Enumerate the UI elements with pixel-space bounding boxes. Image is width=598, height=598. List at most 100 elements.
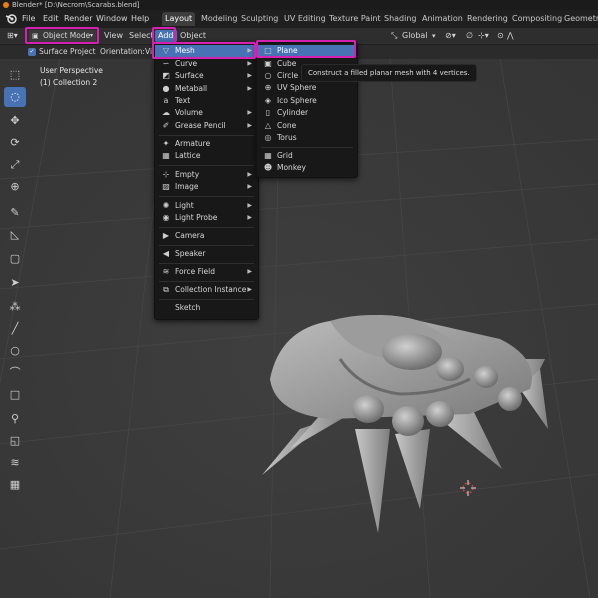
mesh-item-cone[interactable]: △ Cone (257, 120, 355, 132)
grid-tool-icon[interactable]: ▦ (4, 475, 26, 495)
tab-modeling[interactable]: Modeling (198, 12, 240, 26)
force-field-icon: ≋ (162, 267, 170, 276)
chevron-right-icon: ▶ (247, 72, 252, 79)
annotate-tool-icon[interactable]: ✎ (4, 203, 26, 223)
box-tool-icon[interactable]: □ (4, 385, 26, 405)
mesh-item-cylinder[interactable]: ▯ Cylinder (257, 107, 355, 119)
volume-icon: ☁ (162, 108, 170, 117)
proportional-falloff-icon[interactable]: ⋀ (504, 30, 517, 42)
rotate-tool-icon[interactable]: ⟳ (4, 133, 26, 153)
orientation-value[interactable]: Vi (145, 46, 152, 58)
tab-rendering[interactable]: Rendering (464, 12, 511, 26)
menu-separator (261, 147, 353, 148)
ico-sphere-icon: ◈ (264, 96, 272, 105)
pivot-point-icon[interactable]: ⊘▾ (442, 30, 459, 42)
add-menu-item-light[interactable]: ✺ Light ▶ (155, 200, 256, 212)
mesh-item-monkey[interactable]: ☻ Monkey (257, 162, 355, 174)
grid-icon: ▦ (264, 151, 272, 160)
snap-target-icon[interactable]: ⊹▾ (475, 30, 492, 42)
menu-separator (159, 165, 254, 166)
add-menu-item-collection-instance[interactable]: ⧉ Collection Instance ▶ (155, 284, 256, 296)
menu-window[interactable]: Window (96, 10, 128, 28)
light-icon: ✺ (162, 201, 170, 210)
mesh-item-grid[interactable]: ▦ Grid (257, 150, 355, 162)
tab-compositing[interactable]: Compositing (509, 12, 565, 26)
add-dropdown-menu: ▽ Mesh ▶ ∽ Curve ▶ ◩ Surface ▶ ● Metabal… (154, 42, 259, 320)
transform-orientation-dropdown[interactable]: Global (399, 30, 431, 42)
add-menu-item-volume[interactable]: ☁ Volume ▶ (155, 107, 256, 119)
tab-uv-editing[interactable]: UV Editing (281, 12, 329, 26)
highlight-plane-item (256, 40, 356, 58)
image-icon: ▨ (162, 182, 170, 191)
menu-help[interactable]: Help (131, 10, 149, 28)
armature-icon: ✦ (162, 139, 170, 148)
menu-render[interactable]: Render (64, 10, 92, 28)
menu-separator (159, 245, 254, 246)
add-menu-item-text[interactable]: a Text (155, 95, 256, 107)
mesh-item-uv-sphere[interactable]: ⊕ UV Sphere (257, 82, 355, 94)
tab-layout[interactable]: Layout (162, 12, 196, 26)
measure-tool-icon[interactable]: ◺ (4, 225, 26, 245)
view-menu[interactable]: View (101, 30, 126, 42)
chevron-right-icon: ▶ (247, 202, 252, 209)
add-menu-item-empty[interactable]: ⊹ Empty ▶ (155, 169, 256, 181)
add-menu-item-metaball[interactable]: ● Metaball ▶ (155, 83, 256, 95)
chevron-right-icon: ▶ (247, 286, 252, 293)
mesh-item-ico-sphere[interactable]: ◈ Ico Sphere (257, 95, 355, 107)
chevron-right-icon: ▶ (247, 85, 252, 92)
cube-icon: ▣ (264, 59, 272, 68)
menu-file[interactable]: File (22, 10, 35, 28)
chevron-right-icon: ▶ (247, 214, 252, 221)
eyedropper-tool-icon[interactable]: ⚲ (4, 409, 26, 429)
add-menu-item-camera[interactable]: ▶ Camera (155, 230, 256, 242)
add-menu-item-image[interactable]: ▨ Image ▶ (155, 181, 256, 193)
chevron-right-icon: ▶ (247, 60, 252, 67)
camera-icon: ▶ (162, 231, 170, 240)
select-box-tool-icon[interactable]: ⬚ (4, 65, 26, 85)
tab-geometry[interactable]: Geometry (561, 12, 598, 26)
add-point-tool-icon[interactable]: ⁂ (4, 297, 26, 317)
window-title: Blender* [D:\Necrom\Scarabs.blend] (12, 1, 140, 9)
circle-icon: ○ (264, 71, 272, 80)
spiral-tool-icon[interactable]: ≋ (4, 453, 26, 473)
tab-texture-paint[interactable]: Texture Paint (326, 12, 384, 26)
shape-tool-icon[interactable]: ◱ (4, 431, 26, 451)
cylinder-icon: ▯ (265, 108, 271, 117)
tooltip: Construct a filled planar mesh with 4 ve… (301, 64, 477, 82)
line-tool-icon[interactable]: ╱ (4, 319, 26, 339)
add-menu-item-curve[interactable]: ∽ Curve ▶ (155, 58, 256, 70)
menu-separator (159, 196, 254, 197)
object-menu[interactable]: Object (177, 30, 209, 42)
editor-type-icon[interactable]: ⊞▾ (4, 30, 21, 42)
mesh-item-torus[interactable]: ◎ Torus (257, 132, 355, 144)
cursor-tool-icon[interactable]: ➤ (4, 273, 26, 293)
transform-tool-icon[interactable]: ⊕ (4, 177, 26, 197)
mesh-submenu: □ Plane ▣ Cube ○ Circle ⊕ UV Sphere ◈ Ic… (256, 42, 358, 178)
select-circle-tool-icon[interactable]: ◌ (4, 87, 26, 107)
surface-project-checkbox[interactable]: ✓ (28, 48, 36, 56)
tab-animation[interactable]: Animation (419, 12, 466, 26)
left-toolbar: ⬚ ◌ ✥ ⟳ ⤢ ⊕ ✎ ◺ ▢ ➤ ⁂ ╱ ○ ⌒ □ ⚲ ◱ ≋ ▦ (0, 59, 34, 499)
viewport-perspective-label: User Perspective (40, 66, 103, 75)
add-menu-item-surface[interactable]: ◩ Surface ▶ (155, 70, 256, 82)
add-menu-item-grease-pencil[interactable]: ✐ Grease Pencil ▶ (155, 120, 256, 132)
light-probe-icon: ◉ (162, 213, 170, 222)
blender-logo-icon[interactable] (5, 13, 17, 25)
add-menu-item-light-probe[interactable]: ◉ Light Probe ▶ (155, 212, 256, 224)
curve-tool-icon[interactable]: ⌒ (4, 363, 26, 383)
add-cube-tool-icon[interactable]: ▢ (4, 249, 26, 269)
add-menu-item-force-field[interactable]: ≋ Force Field ▶ (155, 266, 256, 278)
circle-tool-icon[interactable]: ○ (4, 341, 26, 361)
metaball-icon: ● (162, 84, 170, 93)
scale-tool-icon[interactable]: ⤢ (4, 155, 26, 175)
add-menu-item-lattice[interactable]: ▦ Lattice (155, 150, 256, 162)
add-menu-item-speaker[interactable]: ◀ Speaker (155, 248, 256, 260)
add-menu-item-armature[interactable]: ✦ Armature (155, 138, 256, 150)
move-tool-icon[interactable]: ✥ (4, 111, 26, 131)
tab-shading[interactable]: Shading (381, 12, 420, 26)
menu-edit[interactable]: Edit (43, 10, 59, 28)
tab-sculpting[interactable]: Sculpting (238, 12, 281, 26)
uv-sphere-icon: ⊕ (264, 83, 272, 92)
add-menu-item-sketch[interactable]: Sketch (155, 302, 256, 314)
curve-icon: ∽ (162, 59, 170, 68)
